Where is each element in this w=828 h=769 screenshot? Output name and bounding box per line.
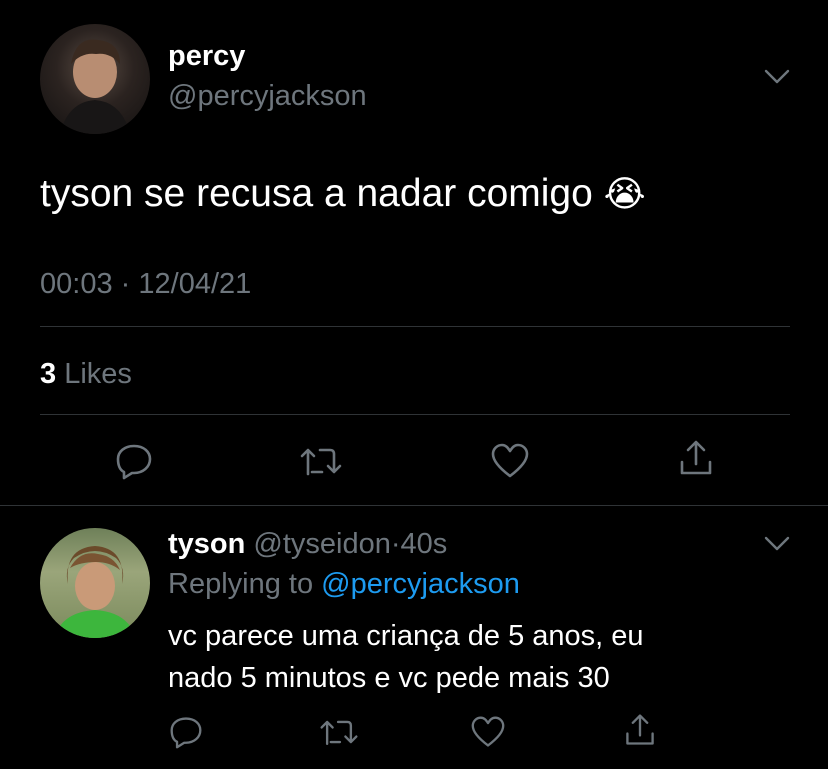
- divider: [40, 414, 790, 415]
- reply-icon[interactable]: [168, 715, 204, 749]
- divider: [40, 326, 790, 327]
- like-icon[interactable]: [490, 442, 530, 480]
- divider: [0, 505, 828, 506]
- likes-label: Likes: [64, 358, 132, 390]
- timestamp-separator: ·: [120, 268, 131, 300]
- tweet-date: 12/04/21: [138, 268, 252, 300]
- reply-text-line-1: vc parece uma criança de 5 anos, eu: [168, 620, 644, 652]
- percy-avatar[interactable]: [40, 24, 150, 134]
- reply-author-display-name[interactable]: tyson: [168, 528, 245, 560]
- tweet-text-body: tyson se recusa a nadar comigo: [40, 172, 593, 215]
- tweet-timestamp[interactable]: 00:03 · 12/04/21: [40, 268, 251, 301]
- tweet-time: 00:03: [40, 268, 113, 300]
- replying-to-line: Replying to @percyjackson: [168, 568, 520, 601]
- reply-header: tyson @tyseidon·40s: [168, 528, 447, 561]
- chevron-down-icon[interactable]: [764, 535, 790, 558]
- retweet-icon[interactable]: [318, 716, 360, 748]
- author-display-name[interactable]: percy: [168, 40, 245, 73]
- like-icon[interactable]: [470, 715, 506, 749]
- reply-author-handle[interactable]: @tyseidon: [253, 528, 390, 560]
- crying-face-emoji: 😭: [603, 174, 646, 215]
- reply-age: 40s: [400, 528, 448, 560]
- share-icon[interactable]: [622, 712, 658, 748]
- chevron-down-icon[interactable]: [764, 68, 790, 91]
- replying-to-mention[interactable]: @percyjackson: [321, 568, 520, 600]
- retweet-icon[interactable]: [298, 444, 344, 478]
- reply-text-line-2: nado 5 minutos e vc pede mais 30: [168, 662, 610, 694]
- replying-to-prefix: Replying to: [168, 568, 314, 600]
- tyson-avatar[interactable]: [40, 528, 150, 638]
- author-handle[interactable]: @percyjackson: [168, 80, 367, 113]
- reply-separator: ·: [390, 528, 401, 560]
- tweet-text: tyson se recusa a nadar comigo 😭: [40, 172, 646, 216]
- likes-count: 3: [40, 358, 57, 390]
- reply-icon[interactable]: [114, 442, 154, 480]
- likes-stat[interactable]: 3 Likes: [40, 358, 132, 391]
- share-icon[interactable]: [676, 438, 716, 478]
